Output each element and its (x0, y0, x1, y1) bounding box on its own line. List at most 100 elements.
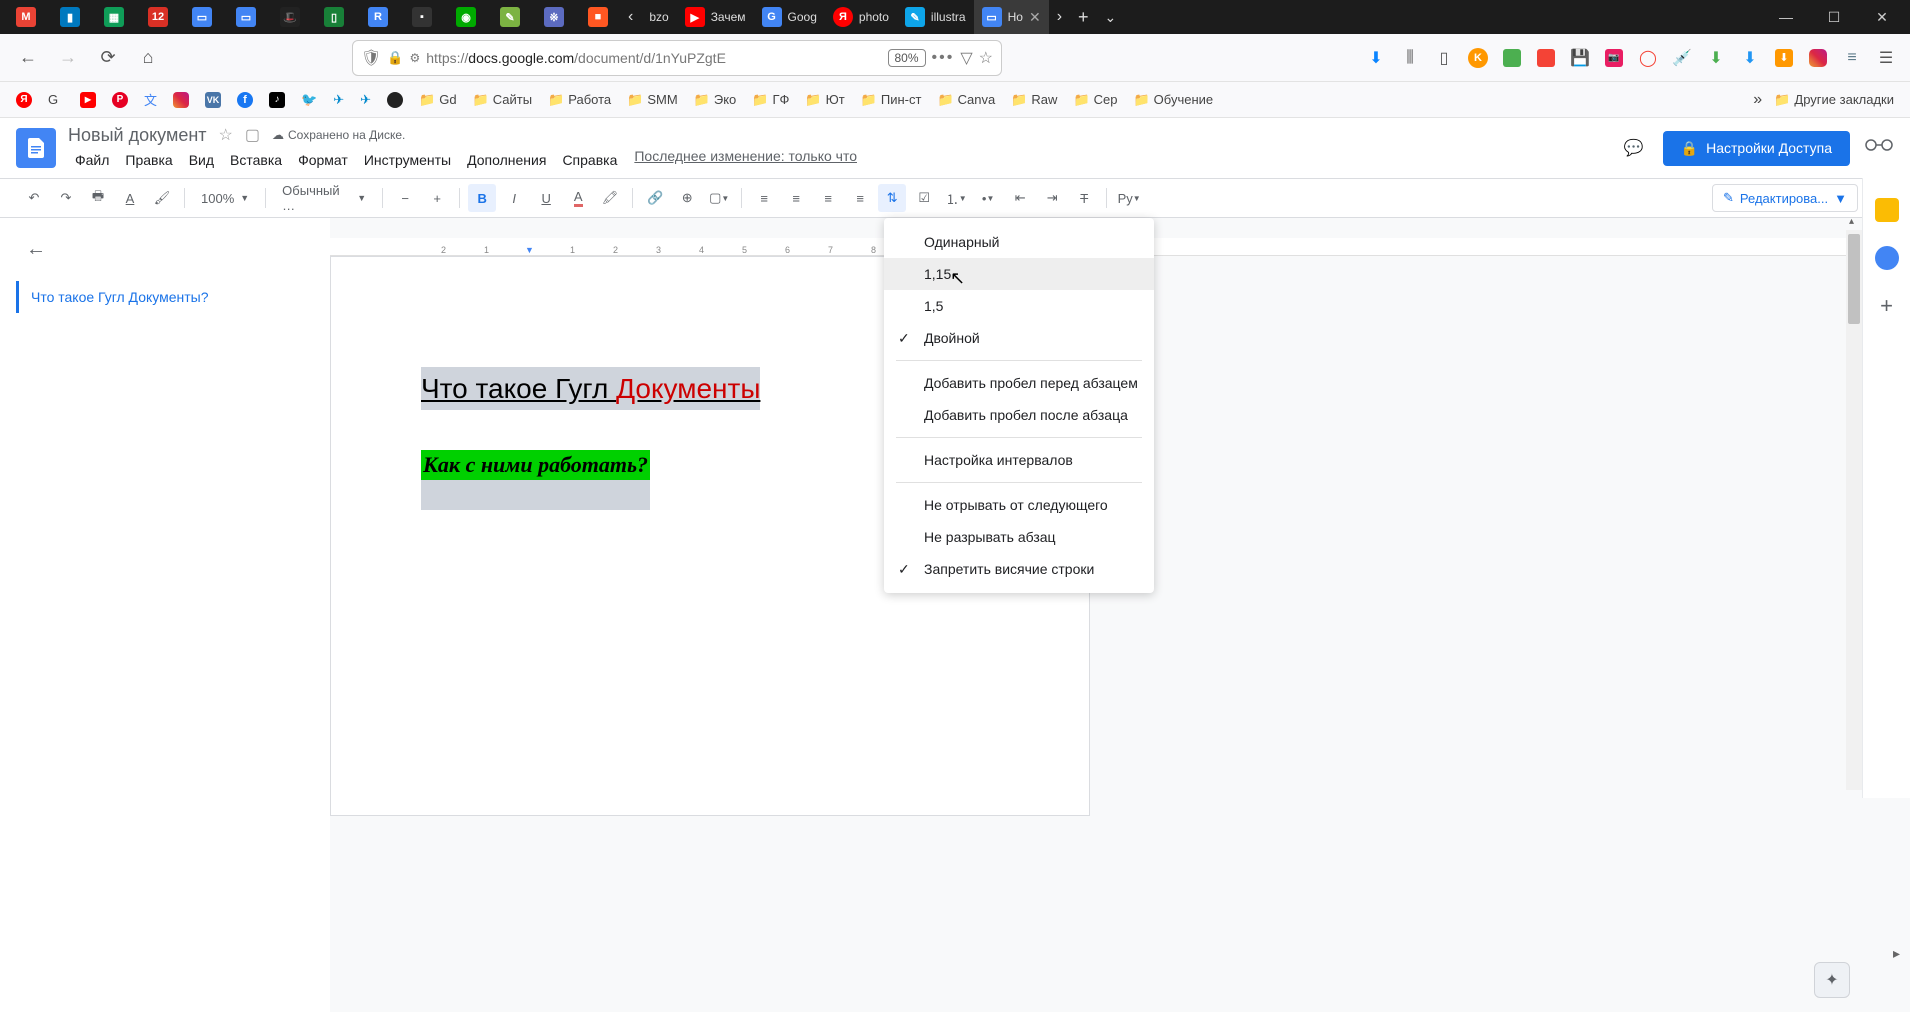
bm-fb[interactable]: f (233, 88, 257, 112)
ext-grid-icon[interactable] (1534, 46, 1558, 70)
ext-camera-icon[interactable]: 📷 (1602, 46, 1626, 70)
bm-google[interactable]: G (44, 88, 68, 112)
window-maximize[interactable]: ☐ (1810, 0, 1858, 34)
line-spacing-button[interactable]: ⇅ (878, 184, 906, 212)
library-icon[interactable]: ⫼ (1398, 46, 1422, 70)
tab-nav-right[interactable]: › (1049, 0, 1070, 34)
paint-format-button[interactable]: 🖌 (148, 184, 176, 212)
hscroll-right-icon[interactable]: ▸ (1893, 945, 1900, 962)
account-glasses-icon[interactable] (1864, 138, 1894, 158)
bm-folder-canva[interactable]: 📁Canva (933, 88, 999, 112)
window-close[interactable]: ✕ (1858, 0, 1906, 34)
outline-back-button[interactable]: ← (16, 238, 314, 261)
bm-instagram[interactable] (169, 88, 193, 112)
style-dropdown[interactable]: Обычный …▼ (274, 184, 374, 212)
bm-folder-sites[interactable]: 📁Сайты (469, 88, 537, 112)
image-button[interactable]: ▢▼ (705, 184, 733, 212)
bm-folder-edu[interactable]: 📁Обучение (1129, 88, 1217, 112)
sidebar-icon[interactable]: ▯ (1432, 46, 1456, 70)
bm-pinterest[interactable]: P (108, 88, 132, 112)
window-minimize[interactable]: — (1762, 0, 1810, 34)
vertical-scrollbar[interactable]: ▴ (1846, 230, 1862, 790)
ext-down1-icon[interactable]: ⬇ (1704, 46, 1728, 70)
tab-nav-left[interactable]: ‹ (620, 0, 641, 34)
bookmark-star-icon[interactable]: ☆ (979, 48, 993, 68)
bm-translate[interactable]: 文 (140, 86, 161, 113)
scroll-up-icon[interactable]: ▴ (1849, 216, 1854, 227)
lock-icon[interactable]: 🔒 (387, 50, 403, 66)
tab-list-button[interactable]: ⌄ (1097, 0, 1125, 34)
ext-green-icon[interactable] (1500, 46, 1524, 70)
keep-with-next[interactable]: Не отрывать от следующего (884, 489, 1154, 521)
star-icon[interactable]: ☆ (219, 125, 233, 145)
hamburger-icon[interactable]: ☰ (1874, 46, 1898, 70)
scroll-thumb[interactable] (1848, 234, 1860, 324)
checklist-button[interactable]: ☑ (910, 184, 938, 212)
spellcheck-button[interactable]: A (116, 184, 144, 212)
bm-youtube[interactable]: ▶ (76, 88, 100, 112)
menu-format[interactable]: Формат (291, 148, 355, 172)
bm-twitter[interactable]: 🐦 (297, 88, 321, 112)
ext-k-icon[interactable]: K (1466, 46, 1490, 70)
ext-down2-icon[interactable]: ⬇ (1738, 46, 1762, 70)
spacing-double[interactable]: ✓Двойной (884, 322, 1154, 354)
numbered-list-button[interactable]: ⒈▼ (942, 184, 970, 212)
widow-orphan[interactable]: ✓Запретить висячие строки (884, 553, 1154, 585)
more-icon[interactable]: ••• (932, 49, 955, 67)
add-space-after[interactable]: Добавить пробел после абзаца (884, 399, 1154, 431)
shield-icon[interactable]: 🛡 (361, 48, 381, 68)
clear-format-button[interactable]: T (1070, 184, 1098, 212)
bm-folder-eco[interactable]: 📁Эко (690, 88, 741, 112)
bm-folder-raw[interactable]: 📁Raw (1007, 88, 1061, 112)
add-space-before[interactable]: Добавить пробел перед абзацем (884, 367, 1154, 399)
ext-o-icon[interactable]: ◯ (1636, 46, 1660, 70)
menu-addons[interactable]: Дополнения (460, 148, 553, 172)
bm-folder-work[interactable]: 📁Работа (544, 88, 615, 112)
bm-folder-yt[interactable]: 📁Ют (801, 88, 848, 112)
keep-addon-icon[interactable] (1875, 246, 1899, 270)
bm-folder-pin[interactable]: 📁Пин-ст (857, 88, 926, 112)
tab-illustra[interactable]: ✎illustra (897, 0, 974, 34)
spacing-15[interactable]: 1,5 (884, 290, 1154, 322)
last-edit-link[interactable]: Последнее изменение: только что (634, 148, 857, 172)
menu-insert[interactable]: Вставка (223, 148, 289, 172)
explore-button[interactable]: ✦ (1814, 962, 1850, 998)
close-tab-icon[interactable]: ✕ (1029, 9, 1041, 26)
comment-button[interactable]: ⊕ (673, 184, 701, 212)
calendar-addon-icon[interactable] (1875, 198, 1899, 222)
tab-yandex[interactable]: Яphoto (825, 0, 897, 34)
reader-icon[interactable]: ▽ (960, 48, 972, 68)
print-button[interactable]: 🖶 (84, 184, 112, 212)
indent-decrease-button[interactable]: ⇤ (1006, 184, 1034, 212)
document-title[interactable]: Новый документ (68, 125, 207, 146)
nav-home-button[interactable]: ⌂ (132, 42, 164, 74)
tab-docs-active[interactable]: ▭Но✕ (974, 0, 1049, 34)
bm-dark[interactable] (383, 88, 407, 112)
input-tools-button[interactable]: Py▼ (1115, 184, 1143, 212)
keep-paragraph[interactable]: Не разрывать абзац (884, 521, 1154, 553)
spacing-single[interactable]: Одинарный (884, 226, 1154, 258)
menu-edit[interactable]: Правка (118, 148, 179, 172)
custom-spacing[interactable]: Настройка интервалов (884, 444, 1154, 476)
bm-yandex[interactable]: Я (12, 88, 36, 112)
tab-favicon-sheets[interactable]: ▦ (92, 0, 136, 34)
tab-favicon-r[interactable]: R (356, 0, 400, 34)
tab-favicon-trello[interactable]: ▮ (48, 0, 92, 34)
undo-button[interactable]: ↶ (20, 184, 48, 212)
move-icon[interactable]: ▢ (245, 125, 260, 145)
ext-stack-icon[interactable]: ≡ (1840, 46, 1864, 70)
bm-overflow-icon[interactable]: » (1753, 91, 1762, 109)
font-size-increase[interactable]: + (423, 184, 451, 212)
zoom-dropdown[interactable]: 100%▼ (193, 184, 257, 212)
tab-favicon-grn[interactable]: ◉ (444, 0, 488, 34)
underline-button[interactable]: U (532, 184, 560, 212)
zoom-badge[interactable]: 80% (888, 49, 926, 67)
tab-favicon-pat[interactable]: ※ (532, 0, 576, 34)
bm-folder-gf[interactable]: 📁ГФ (748, 88, 793, 112)
menu-tools[interactable]: Инструменты (357, 148, 458, 172)
indent-increase-button[interactable]: ⇥ (1038, 184, 1066, 212)
menu-file[interactable]: Файл (68, 148, 116, 172)
nav-forward-button[interactable]: → (52, 42, 84, 74)
align-justify-button[interactable]: ≡ (846, 184, 874, 212)
menu-view[interactable]: Вид (182, 148, 221, 172)
